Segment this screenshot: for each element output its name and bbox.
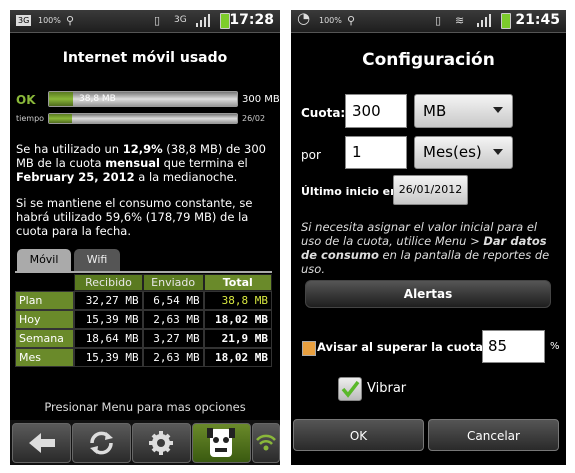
status-bar: ◔ 100% ⚲ ▯ ≋ 21:45: [291, 10, 566, 33]
last-start-label: Último inicio en: [301, 185, 398, 198]
table-row: Hoy 15,39 MB 2,63 MB 18,02 MB: [15, 310, 272, 329]
signal-icon: [196, 14, 210, 27]
usage-projection: Si se mantiene el consumo constante, se …: [16, 196, 253, 238]
cell-enviado: 2,63 MB: [142, 310, 204, 329]
col-recibido: Recibido: [74, 274, 143, 291]
col-total: Total: [203, 274, 272, 291]
cuota-label: Cuota:: [301, 106, 346, 120]
cancel-button[interactable]: Cancelar: [428, 419, 559, 451]
refresh-button[interactable]: [72, 423, 131, 463]
chevron-down-icon: [493, 149, 503, 155]
quota-total: 300 MB: [242, 94, 280, 105]
table-row: Plan 32,27 MB 6,54 MB 38,8 MB: [15, 291, 272, 310]
network-3g-icon: 3G: [16, 15, 32, 26]
alert-app-icon: [302, 341, 316, 356]
alert-unit: %: [550, 341, 560, 352]
cuota-unit-select[interactable]: MB: [414, 94, 513, 128]
back-arrow-icon: [29, 433, 55, 453]
table-row: Mes 15,39 MB 2,63 MB 18,02 MB: [15, 348, 272, 367]
vibrate-checkbox[interactable]: [338, 377, 362, 401]
vibrate-label: Vibrar: [367, 381, 407, 396]
col-enviado: Enviado: [142, 274, 204, 291]
cell-total: 21,9 MB: [203, 329, 272, 348]
period-unit-select[interactable]: Mes(es): [414, 136, 513, 169]
bottom-toolbar: [10, 420, 280, 465]
por-label: por: [301, 148, 321, 162]
cell-recibido: 18,64 MB: [74, 329, 143, 348]
time-bar: [48, 113, 238, 124]
wifi-status-icon: ≋: [455, 14, 465, 27]
cuota-input[interactable]: 300: [345, 94, 407, 128]
alert-threshold-input[interactable]: 85: [482, 330, 545, 363]
battery-percent-icon: 100%: [319, 16, 342, 25]
app-button[interactable]: [192, 423, 251, 463]
cell-total: 18,02 MB: [203, 310, 272, 329]
tab-underline: [15, 271, 272, 273]
vibrate-icon: ▯: [435, 14, 442, 27]
row-label: Hoy: [15, 310, 75, 329]
battery-percent-icon: 100%: [38, 16, 61, 25]
tab-movil[interactable]: Móvil: [17, 249, 71, 271]
alerts-button[interactable]: Alertas: [305, 280, 551, 308]
settings-button[interactable]: [132, 423, 191, 463]
info-text: Si necesita asignar el valor inicial par…: [301, 220, 550, 276]
checkmark-icon: [341, 380, 360, 398]
usage-bar: 38,8 MB: [48, 91, 238, 107]
time-bar-end: 26/02: [242, 114, 266, 123]
cell-enviado: 6,54 MB: [142, 291, 204, 310]
cell-total: 38,8 MB: [203, 291, 272, 310]
usb-icon: ⚲: [66, 14, 75, 27]
row-label: Semana: [15, 329, 75, 348]
back-button[interactable]: [12, 423, 71, 463]
usage-status: OK: [16, 93, 36, 107]
clock: 21:45: [515, 12, 560, 28]
last-start-date-button[interactable]: 26/01/2012: [393, 175, 468, 205]
clock: 17:28: [229, 12, 274, 28]
cell-recibido: 15,39 MB: [74, 310, 143, 329]
page-title: Configuración: [362, 50, 495, 70]
usage-screen: 3G 100% ⚲ ▯ 3G 17:28 Internet móvil usad…: [10, 10, 280, 465]
row-label: Plan: [15, 291, 75, 310]
cell-enviado: 3,27 MB: [142, 329, 204, 348]
alert-threshold-label: Avisar al superar la cuota en: [317, 340, 503, 354]
usage-table: Recibido Enviado Total Plan 32,27 MB 6,5…: [15, 274, 272, 367]
period-unit-value: Mes(es): [423, 143, 482, 161]
cell-total: 18,02 MB: [203, 348, 272, 367]
network-3g-status-icon: 3G: [174, 15, 187, 25]
usb-icon: ⚲: [347, 14, 356, 27]
wifi-icon: [256, 434, 276, 451]
cuota-unit-value: MB: [423, 102, 447, 120]
chevron-down-icon: [493, 107, 503, 113]
menu-hint: Presionar Menu para mas opciones: [44, 400, 246, 414]
usage-summary: Se ha utilizado un 12,9% (38,8 MB) de 30…: [16, 142, 266, 184]
cell-enviado: 2,63 MB: [142, 348, 204, 367]
cell-recibido: 15,39 MB: [74, 348, 143, 367]
signal-icon: [477, 14, 491, 27]
page-title: Internet móvil usado: [62, 50, 228, 66]
table-row: Semana 18,64 MB 3,27 MB 21,9 MB: [15, 329, 272, 348]
ok-button[interactable]: OK: [293, 419, 424, 451]
por-input[interactable]: 1: [345, 136, 407, 169]
app-mascot-icon: [207, 428, 235, 457]
time-bar-label: tiempo: [16, 114, 45, 123]
table-corner: [15, 274, 74, 291]
status-bar: 3G 100% ⚲ ▯ 3G 17:28: [10, 10, 280, 33]
refresh-icon: [90, 431, 113, 455]
tab-wifi[interactable]: Wifi: [74, 249, 120, 271]
row-label: Mes: [15, 348, 75, 367]
usage-bar-label: 38,8 MB: [79, 94, 116, 104]
battery-icon: [501, 13, 511, 29]
usage-bar-fill: [49, 92, 74, 106]
settings-screen: ◔ 100% ⚲ ▯ ≋ 21:45 Configuración Cuota: …: [291, 10, 566, 465]
time-bar-fill: [49, 114, 72, 123]
settings-gear-icon: [149, 431, 173, 455]
wifi-button[interactable]: [252, 423, 280, 463]
vibrate-icon: ▯: [154, 14, 161, 27]
cell-recibido: 32,27 MB: [74, 291, 143, 310]
app-status-icon: ◔: [297, 10, 311, 27]
